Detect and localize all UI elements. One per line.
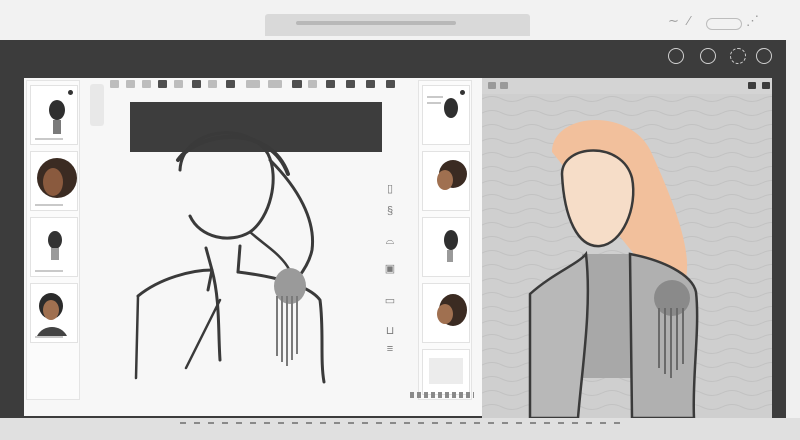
preview-panel[interactable]: [482, 78, 772, 418]
grid-icon[interactable]: [268, 80, 282, 88]
list-item[interactable]: [422, 217, 470, 277]
stack-icon[interactable]: ≡: [382, 344, 398, 355]
select-icon[interactable]: [142, 80, 151, 88]
circle-icon[interactable]: [668, 48, 684, 64]
thumbnail-caption: [35, 270, 63, 272]
portrait-profile: [437, 160, 467, 190]
window-control[interactable]: [706, 18, 742, 30]
text-icon[interactable]: [208, 80, 217, 88]
eyedropper-icon[interactable]: [192, 80, 201, 88]
list-item[interactable]: [422, 151, 470, 211]
history-icon[interactable]: [730, 48, 746, 64]
collapse-panel-button[interactable]: [90, 84, 104, 126]
pen-icon: ⁄: [688, 13, 691, 28]
portrait-sketch-4: [444, 230, 458, 262]
thumbnail-caption: [35, 204, 63, 206]
portrait-man: [37, 293, 67, 336]
title-drag-handle[interactable]: [296, 21, 456, 25]
thumbnail-placeholder: [429, 358, 463, 384]
list-item[interactable]: [30, 85, 78, 145]
fit-icon[interactable]: [748, 82, 756, 89]
zoom-in-icon[interactable]: [488, 82, 496, 89]
zoom-out-icon[interactable]: [500, 82, 508, 89]
list-item[interactable]: [30, 283, 78, 343]
sketch-canvas[interactable]: [120, 100, 360, 400]
shoulder-left: [136, 268, 222, 362]
list-item[interactable]: [30, 217, 78, 277]
portrait-dark-hair: [37, 158, 77, 198]
status-bar: [410, 392, 474, 398]
list-item[interactable]: [422, 349, 470, 395]
thumbnail-strip-right: [418, 80, 472, 400]
list-item[interactable]: [30, 151, 78, 211]
status-dot: [460, 90, 465, 95]
image-icon[interactable]: ▣: [382, 264, 398, 275]
window-edge: [786, 40, 800, 418]
bottom-bar: [0, 418, 800, 440]
shoulder-right-fill: [628, 252, 699, 418]
portrait-sketch-2: [48, 231, 62, 260]
status-dot: [68, 90, 73, 95]
settings-icon[interactable]: [386, 80, 395, 88]
thumbnail-caption: [35, 138, 63, 140]
list-item[interactable]: [422, 283, 470, 343]
fill-icon[interactable]: [174, 80, 183, 88]
preview-toolbar: [482, 78, 772, 94]
epaulette: [274, 268, 306, 366]
head-outline: [178, 131, 275, 240]
circle-icon[interactable]: [700, 48, 716, 64]
eraser-icon[interactable]: [126, 80, 135, 88]
window-title-bar: ∼ ⁄ ⋰: [0, 0, 800, 40]
layer-icon[interactable]: [246, 80, 260, 88]
shape-icon[interactable]: [226, 80, 235, 88]
cup-icon[interactable]: ⊔: [382, 326, 398, 337]
frame-icon[interactable]: ▭: [382, 296, 398, 307]
thumbnail-strip-left: [26, 80, 80, 400]
zoom-icon[interactable]: [292, 80, 302, 88]
brush-icon[interactable]: [110, 80, 119, 88]
fullscreen-icon[interactable]: [762, 82, 770, 89]
crop-icon[interactable]: [366, 80, 375, 88]
hand-icon[interactable]: [308, 80, 317, 88]
adjust-icon[interactable]: ▯: [382, 184, 398, 195]
portrait-curly: [437, 294, 467, 326]
grip-icon: ⋰: [746, 13, 759, 28]
lasso-icon[interactable]: [158, 80, 167, 88]
redo-icon[interactable]: [346, 80, 355, 88]
list-item[interactable]: [422, 85, 470, 145]
preview-canvas: [482, 78, 772, 418]
share-icon[interactable]: [756, 48, 772, 64]
thumbnail-caption: [35, 336, 63, 338]
squiggle-icon: ∼: [668, 13, 679, 28]
title-tab[interactable]: [265, 14, 530, 36]
filter-icon[interactable]: §: [382, 206, 398, 217]
cloud-icon[interactable]: ⌓: [382, 236, 398, 247]
timeline-ticks: [180, 422, 620, 424]
undo-icon[interactable]: [326, 80, 335, 88]
